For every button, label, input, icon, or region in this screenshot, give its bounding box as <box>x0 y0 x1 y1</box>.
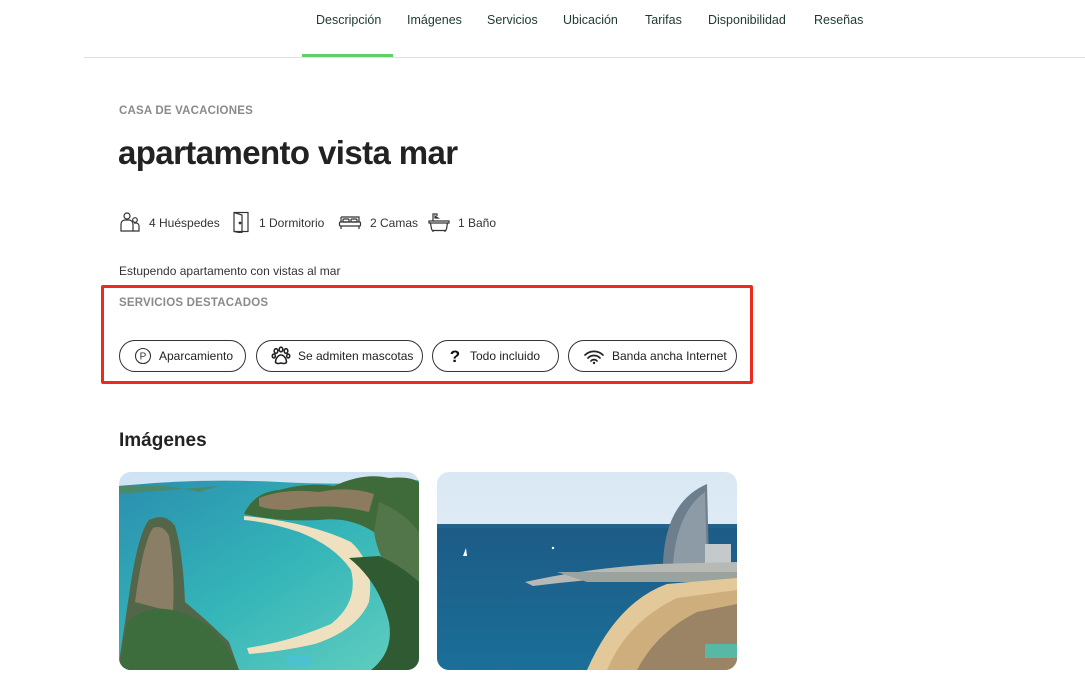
paw-icon <box>271 346 291 366</box>
wifi-icon <box>583 347 605 365</box>
question-icon: ? <box>447 347 463 365</box>
door-icon <box>231 211 259 236</box>
chip-label: Aparcamiento <box>159 349 234 363</box>
tab-disponibilidad[interactable]: Disponibilidad <box>708 13 786 27</box>
chip-pets-allowed[interactable]: Se admiten mascotas <box>256 340 423 372</box>
tab-imagenes[interactable]: Imágenes <box>407 13 462 27</box>
page-title: apartamento vista mar <box>118 134 458 171</box>
svg-text:P: P <box>140 352 147 363</box>
guests-icon <box>119 211 149 236</box>
fact-bedrooms: 1 Dormitorio <box>231 211 324 235</box>
section-nav: Descripción Imágenes Servicios Ubicación… <box>84 0 1085 58</box>
fact-guests: 4 Huéspedes <box>119 211 220 235</box>
tab-resenas[interactable]: Reseñas <box>814 13 863 27</box>
fact-label: 2 Camas <box>370 216 419 230</box>
parking-icon: P <box>134 347 152 365</box>
chip-broadband-internet[interactable]: Banda ancha Internet <box>568 340 737 372</box>
tab-tarifas[interactable]: Tarifas <box>645 13 682 27</box>
listing-type-label: CASA DE VACACIONES <box>119 105 253 117</box>
bed-icon <box>338 211 370 236</box>
fact-label: 1 Dormitorio <box>259 216 325 230</box>
fact-beds: 2 Camas <box>338 211 418 235</box>
chip-parking[interactable]: P Aparcamiento <box>119 340 246 372</box>
tropical-bay-photo[interactable] <box>119 472 419 670</box>
tab-servicios[interactable]: Servicios <box>487 13 538 27</box>
city-beach-photo[interactable] <box>437 472 737 670</box>
bathtub-icon <box>428 211 458 236</box>
chip-label: Se admiten mascotas <box>298 349 414 363</box>
tab-descripcion[interactable]: Descripción <box>316 13 381 27</box>
chip-label: Banda ancha Internet <box>612 349 727 363</box>
fact-label: 4 Huéspedes <box>149 216 220 230</box>
images-section-title: Imágenes <box>119 430 207 451</box>
fact-bathrooms: 1 Baño <box>428 211 496 235</box>
active-tab-indicator <box>302 54 393 57</box>
fact-label: 1 Baño <box>458 216 497 230</box>
chip-all-inclusive[interactable]: ? Todo incluido <box>432 340 559 372</box>
svg-text:?: ? <box>450 347 460 365</box>
chip-label: Todo incluido <box>470 349 541 363</box>
featured-services-title: SERVICIOS DESTACADOS <box>119 297 269 309</box>
listing-description: Estupendo apartamento con vistas al mar <box>119 264 341 278</box>
tab-ubicacion[interactable]: Ubicación <box>563 13 618 27</box>
